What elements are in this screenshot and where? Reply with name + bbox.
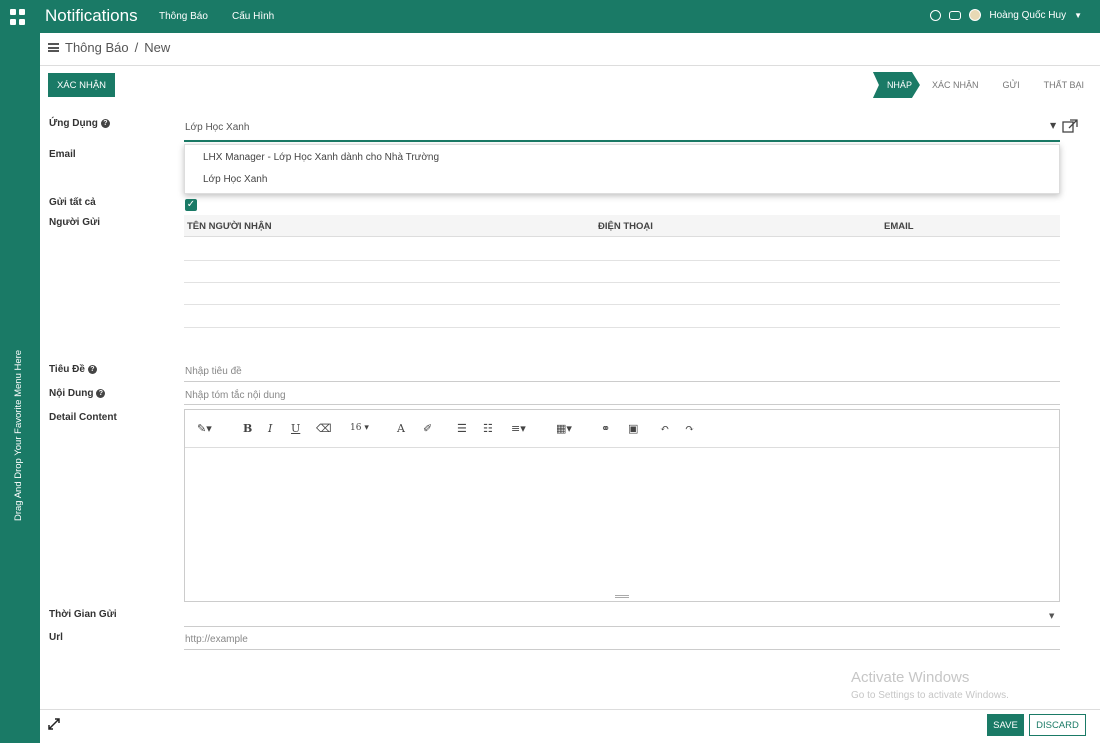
bold-button[interactable]: B xyxy=(243,422,252,435)
content-input[interactable]: Nhập tóm tắc nội dung xyxy=(185,390,286,401)
status-step-confirmed[interactable]: XÁC NHẬN xyxy=(920,72,991,98)
editor-toolbar: ✎▾ B I U ⌫ 16 ▾ A ✐ ☰ ☷ ≡▾ ▦▾ ⚭ ▣ ↶ ↷ xyxy=(185,410,1059,448)
status-step-failed[interactable]: THẤT BẠI xyxy=(1032,72,1096,98)
breadcrumb-root[interactable]: Thông Báo xyxy=(65,40,129,55)
url-underline xyxy=(184,649,1060,650)
image-icon[interactable]: ▣ xyxy=(628,422,638,435)
table-row[interactable] xyxy=(184,304,1060,305)
redo-icon[interactable]: ↷ xyxy=(685,422,694,435)
expand-arrows-icon[interactable] xyxy=(48,718,60,730)
send-time-label: Thời Gian Gửi xyxy=(49,609,117,620)
breadcrumb-current: New xyxy=(144,40,171,55)
dropdown-caret-icon[interactable]: ▼ xyxy=(1050,121,1056,130)
favorites-sidebar[interactable]: Drag And Drop Your Favorite Menu Here xyxy=(0,33,40,743)
header-divider xyxy=(40,65,1100,66)
content-underline xyxy=(184,404,1060,405)
column-header-recipient-name[interactable]: TÊN NGƯỜI NHẬN xyxy=(187,221,272,232)
title-input[interactable]: Nhập tiêu đề xyxy=(185,366,242,377)
help-icon[interactable]: ? xyxy=(96,389,106,398)
sender-label: Người Gửi xyxy=(49,217,101,228)
title-underline xyxy=(184,381,1060,382)
column-header-phone[interactable]: ĐIỆN THOẠI xyxy=(598,221,653,232)
recipients-table-header: TÊN NGƯỜI NHẬN ĐIỆN THOẠI EMAIL xyxy=(184,215,1060,237)
apps-grid-icon[interactable] xyxy=(10,9,26,25)
column-header-email[interactable]: EMAIL xyxy=(884,221,914,232)
title-field-label: Tiêu Đề? xyxy=(49,364,97,375)
avatar[interactable] xyxy=(969,9,982,21)
help-icon[interactable]: ? xyxy=(100,119,110,128)
top-navbar: Notifications Thông Báo Cấu Hình Hoàng Q… xyxy=(0,0,1100,33)
chevron-down-icon[interactable]: ▼ xyxy=(1049,612,1054,620)
eraser-icon[interactable]: ⌫ xyxy=(316,422,332,435)
resize-grip-icon[interactable] xyxy=(615,595,629,598)
detail-content-label: Detail Content xyxy=(49,412,117,423)
email-field-label: Email xyxy=(49,149,76,160)
table-icon[interactable]: ▦▾ xyxy=(556,422,572,435)
user-area: Hoàng Quốc Huy ▼ xyxy=(930,9,1082,21)
ordered-list-icon[interactable]: ☷ xyxy=(483,422,493,435)
table-row[interactable] xyxy=(184,327,1060,328)
hamburger-menu-icon[interactable] xyxy=(48,43,59,52)
send-time-input[interactable] xyxy=(184,626,1060,627)
content-field-label: Nội Dung? xyxy=(49,388,106,399)
save-button[interactable]: SAVE xyxy=(987,714,1024,736)
link-icon[interactable]: ⚭ xyxy=(601,422,610,435)
app-field-label: Ứng Dụng? xyxy=(49,118,110,129)
table-row[interactable] xyxy=(184,282,1060,283)
discard-button[interactable]: DISCARD xyxy=(1029,714,1086,736)
sidebar-hint: Drag And Drop Your Favorite Menu Here xyxy=(13,349,24,521)
font-size-select[interactable]: 16 ▾ xyxy=(350,423,369,433)
activation-watermark-subtitle: Go to Settings to activate Windows. xyxy=(851,690,1009,701)
font-color-button[interactable]: A xyxy=(397,422,405,435)
dropdown-option[interactable]: LHX Manager - Lớp Học Xanh dành cho Nhà … xyxy=(203,152,439,163)
app-field-underline xyxy=(184,140,1060,142)
chevron-down-icon[interactable]: ▼ xyxy=(1074,11,1082,20)
app-dropdown-menu: LHX Manager - Lớp Học Xanh dành cho Nhà … xyxy=(184,144,1060,194)
status-step-draft[interactable]: NHÁP xyxy=(873,72,920,98)
send-all-checkbox[interactable]: ✓ xyxy=(185,199,197,211)
status-step-sent[interactable]: GỬI xyxy=(990,72,1031,98)
italic-button[interactable]: I xyxy=(268,422,272,435)
send-all-label: Gửi tất cả xyxy=(49,197,96,208)
help-icon[interactable]: ? xyxy=(87,365,97,374)
menu-item-notifications[interactable]: Thông Báo xyxy=(159,11,208,22)
status-bar: NHÁP XÁC NHẬN GỬI THẤT BẠI xyxy=(873,72,1096,98)
chat-icon[interactable] xyxy=(949,10,962,20)
table-row[interactable] xyxy=(184,260,1060,261)
highlight-pen-icon[interactable]: ✐ xyxy=(423,422,432,435)
user-name[interactable]: Hoàng Quốc Huy xyxy=(989,10,1066,21)
external-link-icon[interactable] xyxy=(1062,119,1078,133)
breadcrumb: Thông Báo / New xyxy=(48,40,170,55)
paragraph-align-icon[interactable]: ≡▾ xyxy=(511,422,526,435)
confirm-button[interactable]: XÁC NHẬN xyxy=(48,73,115,97)
undo-icon[interactable]: ↶ xyxy=(660,422,669,435)
activation-watermark-title: Activate Windows xyxy=(851,669,970,686)
unordered-list-icon[interactable]: ☰ xyxy=(457,422,467,435)
rich-text-editor[interactable]: ✎▾ B I U ⌫ 16 ▾ A ✐ ☰ ☷ ≡▾ ▦▾ ⚭ ▣ ↶ ↷ xyxy=(184,409,1060,602)
app-title[interactable]: Notifications xyxy=(45,6,138,26)
activity-clock-icon[interactable] xyxy=(930,9,942,21)
menu-item-configuration[interactable]: Cấu Hình xyxy=(232,11,274,22)
footer-divider xyxy=(40,709,1100,710)
style-brush-icon[interactable]: ✎▾ xyxy=(197,422,212,435)
url-label: Url xyxy=(49,632,63,643)
breadcrumb-separator: / xyxy=(134,40,139,55)
dropdown-option[interactable]: Lớp Học Xanh xyxy=(203,174,267,185)
url-input[interactable]: http://example xyxy=(185,634,248,645)
app-field-input[interactable]: Lớp Học Xanh xyxy=(185,122,249,133)
underline-button[interactable]: U xyxy=(291,422,300,435)
